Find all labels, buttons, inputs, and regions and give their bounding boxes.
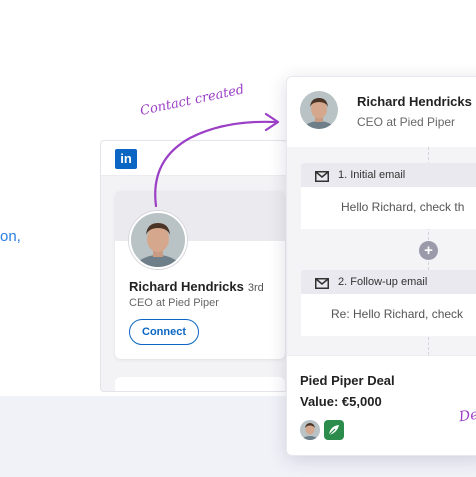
profile-name: Richard Hendricks 3rd	[129, 279, 264, 294]
envelope-icon	[315, 169, 329, 187]
email-preview-text: Re: Hello Richard, check	[331, 307, 464, 321]
handwritten-annotation: De	[457, 406, 476, 426]
email-preview-text: Hello Richard, check th	[341, 200, 465, 214]
connect-button[interactable]: Connect	[129, 319, 199, 345]
linkedin-logo-icon: in	[115, 149, 137, 169]
avatar	[300, 420, 320, 440]
profile-title: CEO at Pied Piper	[129, 297, 219, 309]
deal-card[interactable]: Pied Piper Deal Value: €5,000 De	[287, 355, 476, 455]
sequence-steps: 1. Initial email Hello Richard, check th…	[287, 147, 476, 355]
contact-name: Richard Hendricks	[357, 94, 472, 109]
connection-degree: 3rd	[247, 282, 264, 294]
linkedin-profile-card: Richard Hendricks 3rd CEO at Pied Piper C…	[115, 191, 285, 359]
envelope-icon	[315, 276, 329, 294]
sequence-panel: Richard Hendricks CEO at Pied Piper 1. I…	[286, 76, 476, 456]
step-preview-initial-email[interactable]: Hello Richard, check th	[301, 187, 476, 229]
step-preview-follow-up-email[interactable]: Re: Hello Richard, check	[301, 294, 476, 336]
next-card-stub	[115, 377, 285, 391]
cropped-headline-text: on,	[0, 228, 21, 245]
linkedin-profile-window: in Richard Hendricks 3rd CEO at Pied Pipe…	[100, 140, 288, 392]
step-header-initial-email[interactable]: 1. Initial email	[301, 163, 476, 187]
step-label: 1. Initial email	[338, 169, 406, 181]
add-step-button[interactable]: +	[419, 241, 438, 260]
deal-value: Value: €5,000	[300, 394, 382, 409]
step-header-follow-up-email[interactable]: 2. Follow-up email	[301, 270, 476, 294]
deal-title: Pied Piper Deal	[300, 373, 395, 388]
contact-header: Richard Hendricks CEO at Pied Piper	[287, 77, 476, 148]
contact-title: CEO at Pied Piper	[357, 115, 456, 129]
step-label: 2. Follow-up email	[338, 276, 428, 288]
contact-created-annotation: Contact created	[138, 82, 246, 119]
linkedin-topbar: in	[101, 141, 287, 176]
avatar	[300, 91, 338, 129]
pipedrive-app-icon	[324, 420, 344, 440]
avatar	[129, 211, 187, 269]
